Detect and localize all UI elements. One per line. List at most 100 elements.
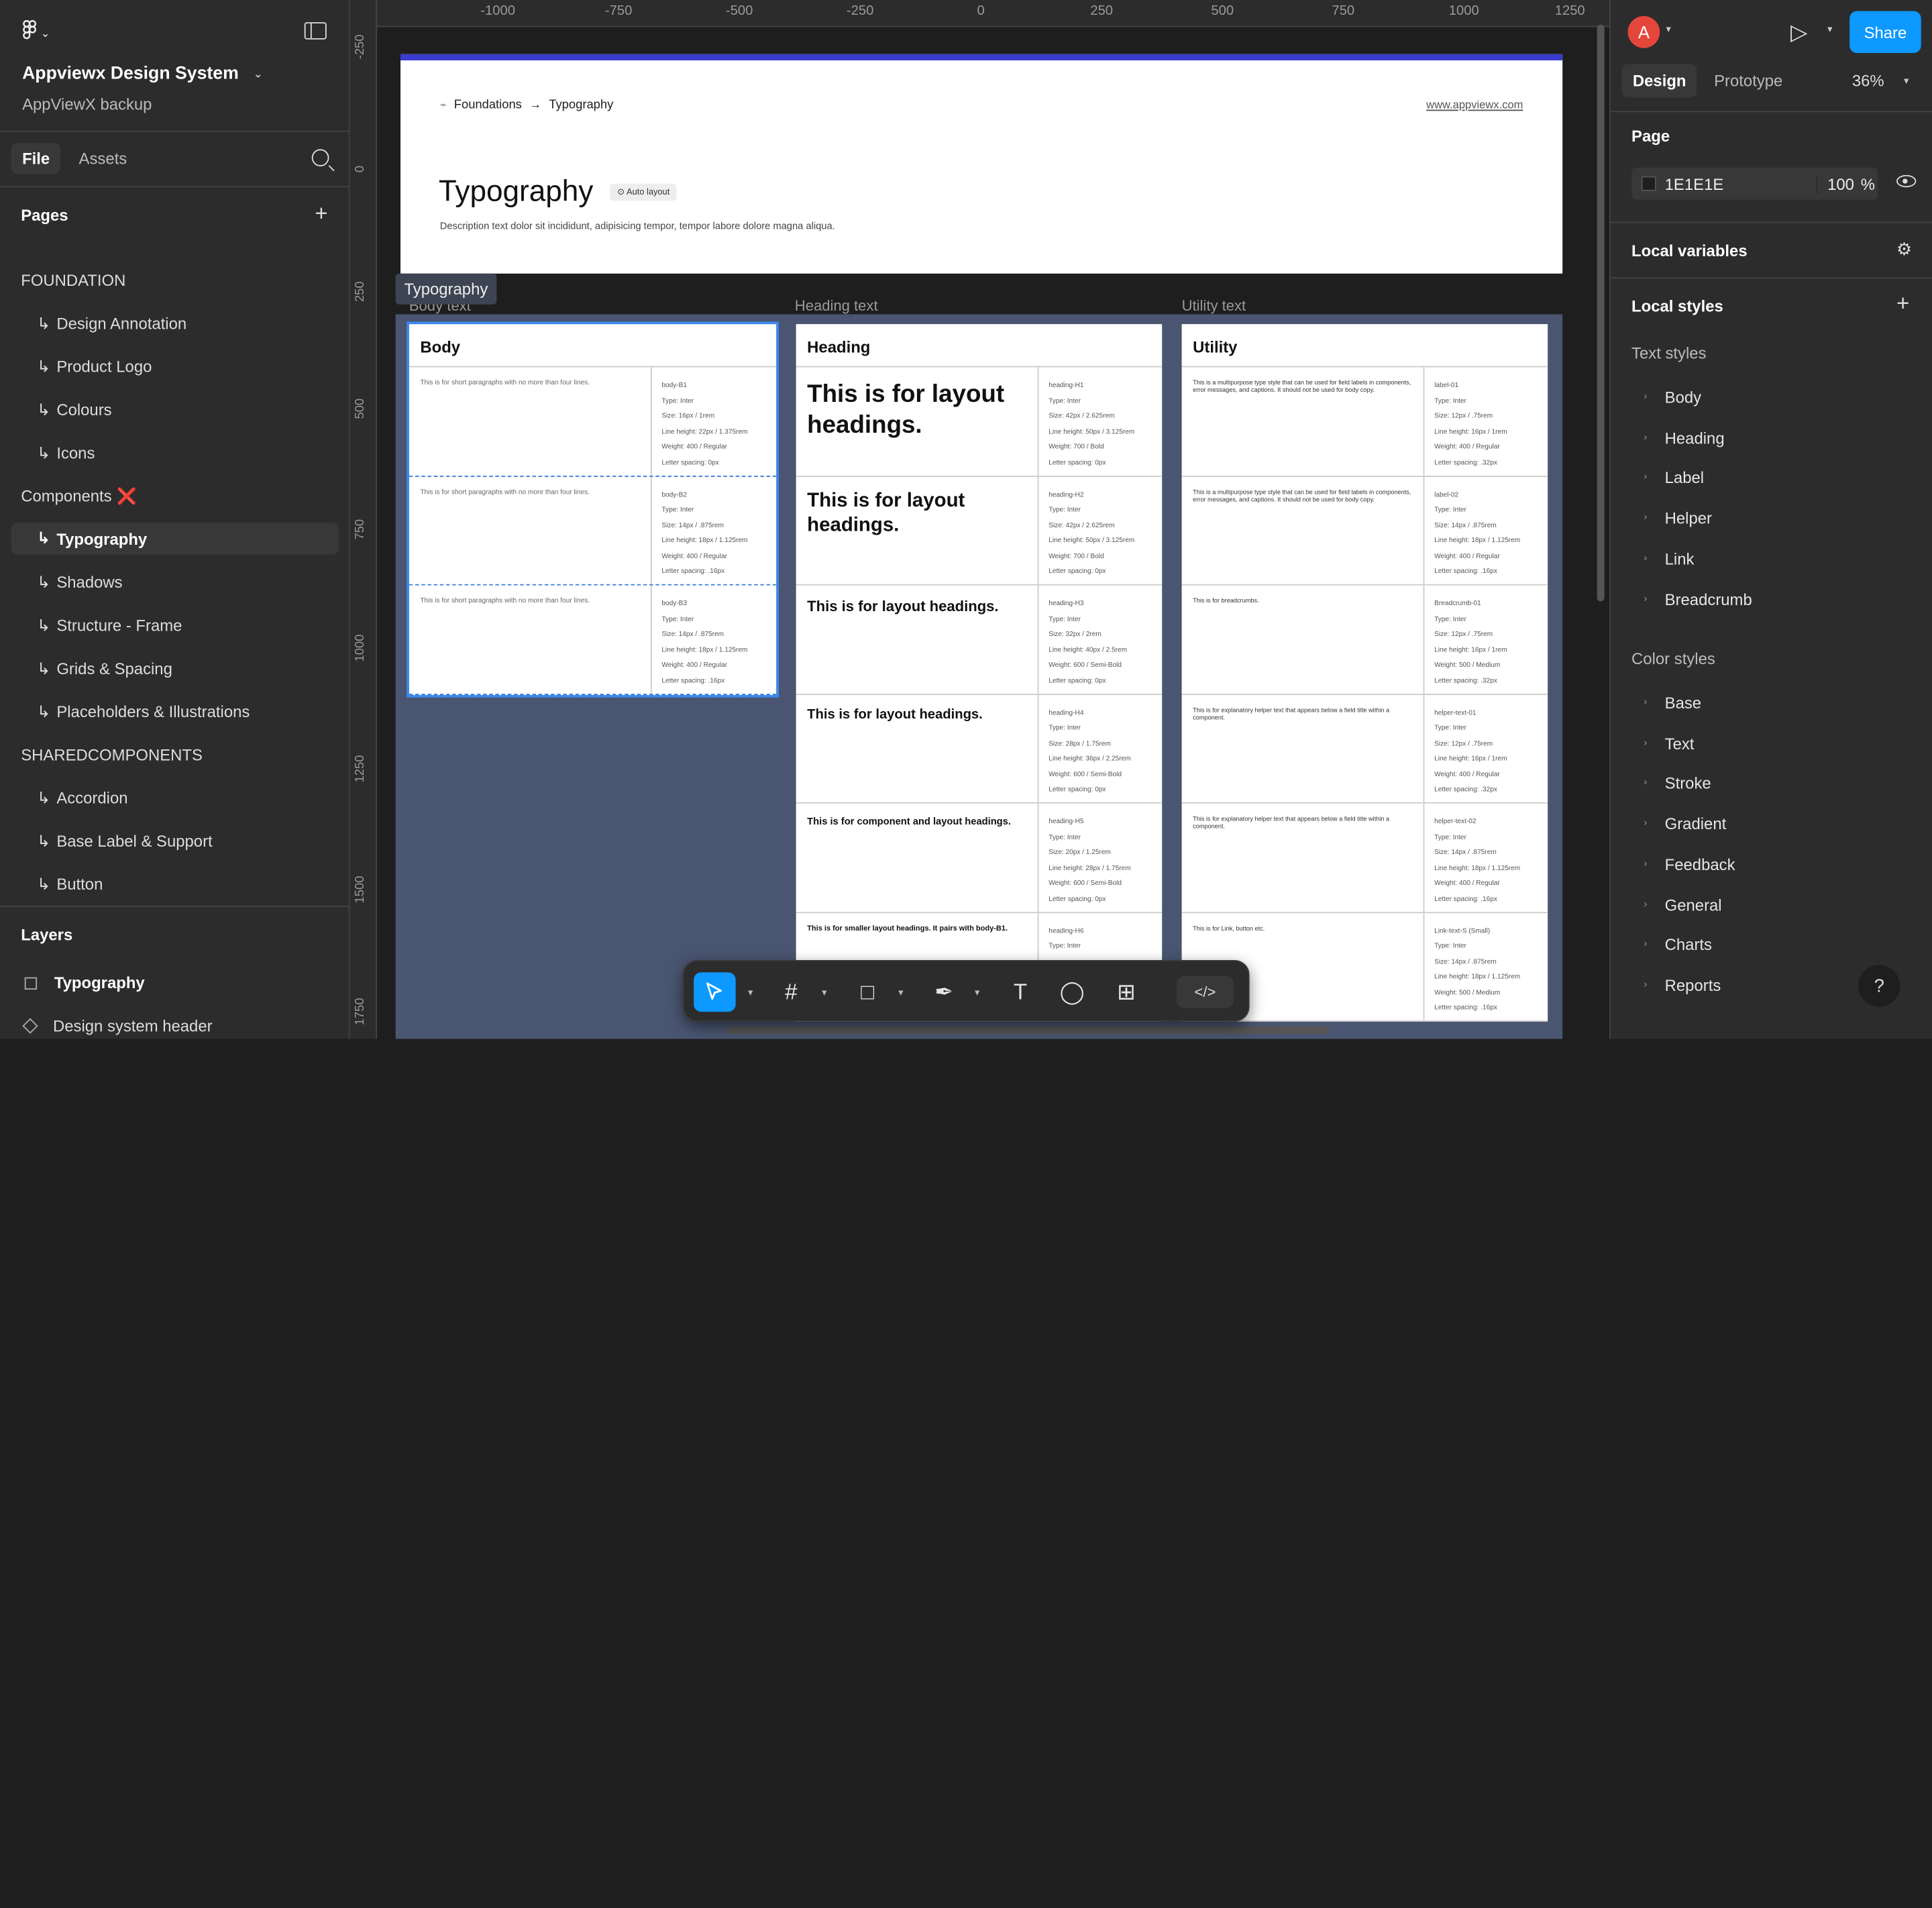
move-tool-button[interactable] — [694, 972, 736, 1012]
page-item[interactable]: ↳ Base Label & Support — [0, 820, 350, 863]
eye-icon[interactable] — [1896, 174, 1917, 188]
page-item[interactable]: ↳ Icons — [0, 431, 350, 474]
type-spec-row[interactable]: This is for layout headings. heading-H4 Ty… — [796, 694, 1163, 804]
type-spec-row[interactable]: This is for component and layout heading… — [796, 803, 1163, 913]
file-title[interactable]: Appviewx Design System ⌄ — [22, 64, 263, 84]
color-style-item[interactable]: Charts — [1665, 936, 1712, 955]
zoom-level[interactable]: 36% — [1852, 72, 1884, 91]
page-item[interactable]: ↳ Accordion — [0, 776, 350, 819]
dev-mode-button[interactable]: </> — [1177, 975, 1234, 1008]
chevron-right-icon[interactable]: › — [1644, 737, 1647, 748]
type-spec-row[interactable]: This is a multipurpose type style that c… — [1181, 476, 1548, 586]
text-style-item[interactable]: Heading — [1665, 429, 1725, 447]
move-tool-menu[interactable]: ▾ — [738, 972, 757, 1012]
page-section-header[interactable]: FOUNDATION — [0, 259, 350, 302]
text-style-item[interactable]: Breadcrumb — [1665, 590, 1752, 608]
actions-button[interactable]: ⊞ — [1108, 972, 1144, 1012]
chevron-right-icon[interactable]: › — [1644, 696, 1647, 708]
chevron-right-icon[interactable]: › — [1644, 817, 1647, 829]
page-item[interactable]: ↳ Typography — [11, 522, 339, 555]
chevron-right-icon[interactable]: › — [1644, 471, 1647, 482]
frame-name-tag[interactable]: Typography — [395, 273, 497, 305]
text-tool-button[interactable]: T — [1002, 972, 1038, 1012]
type-spec-row[interactable]: This is for explanatory helper text that… — [1181, 694, 1548, 804]
chevron-down-icon[interactable]: ▾ — [1666, 23, 1670, 35]
color-swatch[interactable] — [1641, 176, 1656, 191]
site-link[interactable]: www.appviewx.com — [1426, 99, 1523, 111]
frame-tool-button[interactable]: # — [773, 972, 810, 1012]
chevron-right-icon[interactable]: › — [1644, 857, 1647, 869]
vertical-scrollbar[interactable] — [1597, 24, 1605, 602]
text-style-item[interactable]: Helper — [1665, 509, 1712, 528]
utility-column[interactable]: Utility This is a multipurpose type styl… — [1181, 324, 1548, 1022]
canvas[interactable]: -1000 -750 -500 -250 0 250 500 750 1000 1250 -250… — [350, 0, 1609, 1039]
page-item[interactable]: ↳ Structure - Frame — [0, 604, 350, 647]
type-spec-row[interactable]: This is for layout headings. heading-H2 Ty… — [796, 476, 1163, 586]
chevron-right-icon[interactable]: › — [1644, 938, 1647, 949]
page-item[interactable]: ↳ Button — [0, 863, 350, 906]
chevron-right-icon[interactable]: › — [1644, 898, 1647, 909]
page-item[interactable]: ↳ Shadows — [0, 561, 350, 604]
pen-tool-menu[interactable]: ▾ — [965, 972, 984, 1012]
page-color-hex[interactable]: 1E1E1E — [1665, 175, 1724, 194]
variables-settings-icon[interactable]: ⚙ — [1896, 239, 1912, 260]
color-style-item[interactable]: Text — [1665, 734, 1695, 753]
tab-file[interactable]: File — [11, 143, 61, 174]
tab-design[interactable]: Design — [1621, 64, 1698, 98]
shape-tool-menu[interactable]: ▾ — [888, 972, 908, 1012]
type-spec-row[interactable]: This is for breadcrumbs. Breadcrumb-01 Typ… — [1181, 585, 1548, 695]
design-system-header-frame[interactable]: ⌁ Foundations → Typography www.appviewx.… — [400, 54, 1563, 274]
type-spec-row[interactable]: This is for short paragraphs with no mor… — [409, 476, 777, 586]
page-section-header[interactable]: SHAREDCOMPONENTS — [0, 733, 350, 776]
chevron-right-icon[interactable]: › — [1644, 978, 1647, 990]
chevron-right-icon[interactable]: › — [1644, 592, 1647, 604]
chevron-right-icon[interactable]: › — [1644, 777, 1647, 788]
type-spec-row[interactable]: This is for short paragraphs with no mor… — [409, 585, 777, 695]
frame-tool-menu[interactable]: ▾ — [812, 972, 832, 1012]
chevron-right-icon[interactable]: › — [1644, 390, 1647, 402]
page-item[interactable]: ↳ Product Logo — [0, 345, 350, 388]
search-icon[interactable] — [311, 149, 329, 166]
text-style-item[interactable]: Link — [1665, 549, 1695, 568]
help-button[interactable]: ? — [1858, 965, 1900, 1007]
local-variables-section[interactable]: Local variables — [1610, 221, 1932, 278]
color-style-item[interactable]: Base — [1665, 694, 1701, 712]
layer-item[interactable]: Design system header — [0, 1004, 350, 1047]
chevron-right-icon[interactable]: › — [1644, 431, 1647, 442]
color-style-item[interactable]: Feedback — [1665, 855, 1735, 873]
color-style-item[interactable]: Gradient — [1665, 814, 1727, 833]
heading-column[interactable]: Heading This is for layout headings. head… — [796, 324, 1163, 1022]
page-item[interactable]: ↳ Placeholders & Illustrations — [0, 690, 350, 733]
add-style-icon[interactable]: + — [1896, 291, 1909, 317]
text-style-item[interactable]: Body — [1665, 388, 1701, 407]
chevron-right-icon[interactable]: › — [1644, 511, 1647, 523]
page-color-field[interactable]: 1E1E1E 100 % — [1631, 167, 1878, 200]
pen-tool-button[interactable]: ✒ — [926, 972, 963, 1012]
chevron-down-icon[interactable]: ▾ — [1904, 75, 1909, 87]
shape-tool-button[interactable]: □ — [849, 972, 886, 1012]
present-play-icon[interactable]: ▷ — [1790, 19, 1807, 46]
type-spec-row[interactable]: This is for explanatory helper text that… — [1181, 803, 1548, 913]
chevron-down-icon[interactable]: ▾ — [1827, 23, 1832, 35]
comment-tool-button[interactable]: ◯ — [1054, 972, 1091, 1012]
page-opacity[interactable]: 100 — [1816, 174, 1854, 194]
layer-item[interactable]: Typography — [0, 961, 350, 1004]
share-button[interactable]: Share — [1849, 11, 1921, 53]
horizontal-scrollbar[interactable] — [725, 1026, 1330, 1035]
page-section-header[interactable]: Components ❌ — [0, 474, 350, 517]
body-column[interactable]: Body This is for short paragraphs with n… — [407, 321, 779, 697]
page-item[interactable]: ↳ Grids & Spacing — [0, 647, 350, 690]
avatar[interactable]: A — [1627, 15, 1660, 48]
type-spec-row[interactable]: This is for short paragraphs with no mor… — [409, 367, 777, 476]
type-spec-row[interactable]: This is a multipurpose type style that c… — [1181, 367, 1548, 476]
type-spec-row[interactable]: This is for layout headings. heading-H1 Ty… — [796, 367, 1163, 476]
text-style-item[interactable]: Label — [1665, 469, 1704, 488]
color-style-item[interactable]: Reports — [1665, 976, 1721, 995]
color-style-item[interactable]: General — [1665, 896, 1722, 914]
file-subtitle[interactable]: AppViewX backup — [22, 95, 152, 113]
page-item[interactable]: ↳ Colours — [0, 388, 350, 431]
page-item[interactable]: ↳ Design Annotation — [0, 302, 350, 345]
figma-menu-button[interactable]: ⌄ — [22, 19, 50, 46]
add-page-icon[interactable]: + — [315, 202, 327, 224]
color-style-item[interactable]: Stroke — [1665, 774, 1711, 793]
